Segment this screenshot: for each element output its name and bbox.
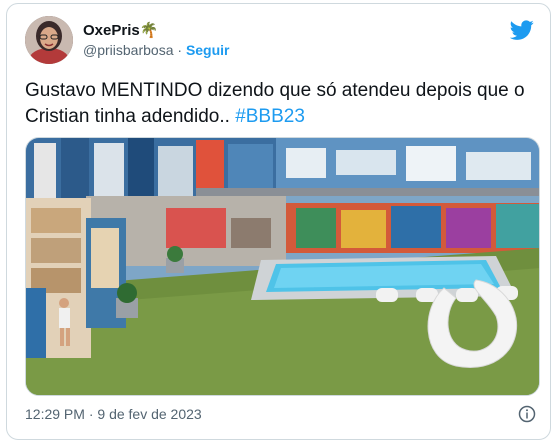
avatar[interactable] xyxy=(25,16,73,64)
media-image xyxy=(26,138,539,395)
tweet-media[interactable] xyxy=(25,137,540,396)
tweet-time: 12:29 PM xyxy=(25,406,85,422)
avatar-image xyxy=(25,16,73,64)
handle-separator: · xyxy=(177,42,183,58)
info-circle-icon[interactable] xyxy=(518,405,536,423)
hashtag-link[interactable]: #BBB23 xyxy=(235,106,305,127)
follow-button[interactable]: Seguir xyxy=(186,42,230,58)
tweet-card[interactable]: OxePris🌴 @priisbarbosa · Seguir Gustavo … xyxy=(6,3,551,440)
author-name-text: OxePris xyxy=(83,22,140,39)
author-handle[interactable]: @priisbarbosa xyxy=(83,42,173,58)
handle-row: @priisbarbosa · Seguir xyxy=(83,42,230,58)
twitter-bird-icon[interactable] xyxy=(510,18,534,42)
tweet-meta[interactable]: 12:29 PM · 9 de fev de 2023 xyxy=(25,406,202,422)
tweet-date: 9 de fev de 2023 xyxy=(97,406,202,422)
palm-tree-emoji: 🌴 xyxy=(139,22,159,39)
author-name[interactable]: OxePris🌴 xyxy=(83,21,158,39)
tweet-text: Gustavo MENTINDO dizendo que só atendeu … xyxy=(25,78,535,130)
meta-separator: · xyxy=(88,406,94,422)
